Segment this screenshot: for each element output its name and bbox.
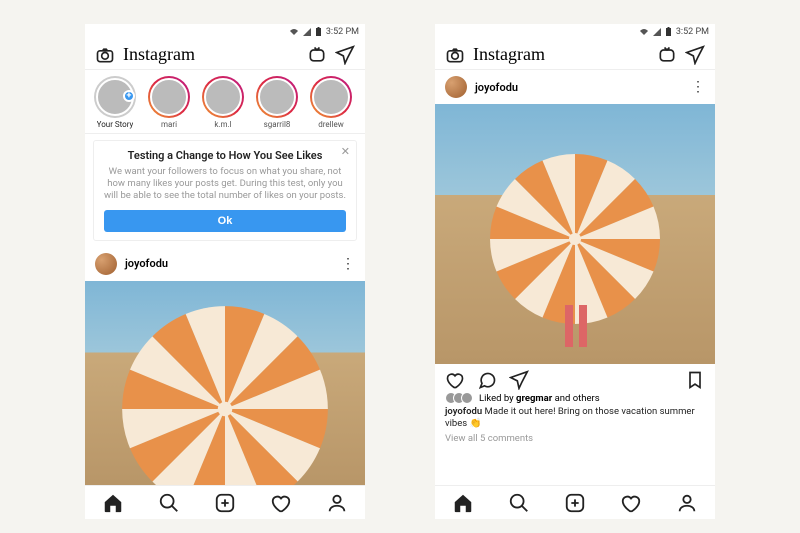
like-icon[interactable]	[445, 370, 465, 390]
phone-screen-right: 3:52 PM Instagram joyofodu ⋮	[435, 24, 715, 519]
wifi-icon	[289, 28, 299, 36]
camera-icon[interactable]	[95, 45, 115, 65]
umbrella-illustration	[475, 147, 675, 347]
caption-text: Made it out here! Bring on those vacatio…	[445, 406, 695, 429]
post-username[interactable]: joyofodu	[125, 257, 333, 270]
notice-title: Testing a Change to How You See Likes	[104, 149, 346, 162]
igtv-icon[interactable]	[307, 45, 327, 65]
bottom-nav	[85, 485, 365, 519]
activity-icon[interactable]	[270, 492, 292, 514]
add-post-icon[interactable]	[564, 492, 586, 514]
status-time: 3:52 PM	[676, 27, 709, 37]
liker-avatars	[445, 392, 473, 404]
more-icon[interactable]: ⋮	[691, 79, 705, 95]
story-label: mari	[161, 120, 177, 129]
close-icon[interactable]: ✕	[341, 145, 350, 158]
post-actions	[435, 364, 715, 392]
camera-icon[interactable]	[445, 45, 465, 65]
comment-icon[interactable]	[477, 370, 497, 390]
post-username[interactable]: joyofodu	[475, 81, 683, 94]
app-title: Instagram	[123, 44, 299, 65]
search-icon[interactable]	[508, 492, 530, 514]
story-label: drellew	[318, 120, 344, 129]
phone-screen-left: 3:52 PM Instagram + Your Story mari k.m.…	[85, 24, 365, 519]
notice-card: ✕ Testing a Change to How You See Likes …	[93, 140, 357, 241]
profile-icon[interactable]	[326, 492, 348, 514]
story-label: k.m.l	[214, 120, 231, 129]
status-bar: 3:52 PM	[85, 24, 365, 40]
liked-by-row[interactable]: Liked by gregmar and others	[435, 392, 715, 404]
signal-icon	[653, 28, 661, 36]
search-icon[interactable]	[158, 492, 180, 514]
dm-icon[interactable]	[335, 45, 355, 65]
story-item[interactable]: drellew	[309, 76, 353, 129]
story-item[interactable]: mari	[147, 76, 191, 129]
ok-button[interactable]: Ok	[104, 210, 346, 232]
post-caption: joyofodu Made it out here! Bring on thos…	[435, 404, 715, 431]
profile-icon[interactable]	[676, 492, 698, 514]
app-header: Instagram	[85, 40, 365, 70]
share-icon[interactable]	[509, 370, 529, 390]
liked-by-text: Liked by gregmar and others	[479, 393, 600, 404]
app-header: Instagram	[435, 40, 715, 70]
igtv-icon[interactable]	[657, 45, 677, 65]
more-icon[interactable]: ⋮	[341, 256, 355, 272]
story-item[interactable]: k.m.l	[201, 76, 245, 129]
post-image[interactable]	[85, 281, 365, 485]
post-image[interactable]	[435, 104, 715, 364]
bookmark-icon[interactable]	[685, 370, 705, 390]
view-all-comments[interactable]: View all 5 comments	[435, 431, 715, 446]
status-time: 3:52 PM	[326, 27, 359, 37]
caption-emoji: 👏	[470, 418, 482, 429]
battery-icon	[665, 27, 672, 37]
signal-icon	[303, 28, 311, 36]
avatar[interactable]	[445, 76, 467, 98]
bottom-nav	[435, 485, 715, 519]
activity-icon[interactable]	[620, 492, 642, 514]
status-bar: 3:52 PM	[435, 24, 715, 40]
battery-icon	[315, 27, 322, 37]
umbrella-illustration	[104, 294, 346, 485]
story-your-story[interactable]: + Your Story	[93, 76, 137, 129]
notice-body: We want your followers to focus on what …	[104, 166, 346, 202]
story-label: Your Story	[97, 120, 134, 129]
home-icon[interactable]	[102, 492, 124, 514]
home-icon[interactable]	[452, 492, 474, 514]
post-header: joyofodu ⋮	[85, 247, 365, 281]
post-header: joyofodu ⋮	[435, 70, 715, 104]
avatar[interactable]	[95, 253, 117, 275]
add-story-plus-icon[interactable]: +	[123, 90, 135, 102]
app-title: Instagram	[473, 44, 649, 65]
add-post-icon[interactable]	[214, 492, 236, 514]
dm-icon[interactable]	[685, 45, 705, 65]
caption-username[interactable]: joyofodu	[445, 406, 482, 417]
wifi-icon	[639, 28, 649, 36]
story-label: sgarril8	[264, 120, 291, 129]
stories-tray[interactable]: + Your Story mari k.m.l sgarril8 drellew	[85, 70, 365, 134]
story-item[interactable]: sgarril8	[255, 76, 299, 129]
